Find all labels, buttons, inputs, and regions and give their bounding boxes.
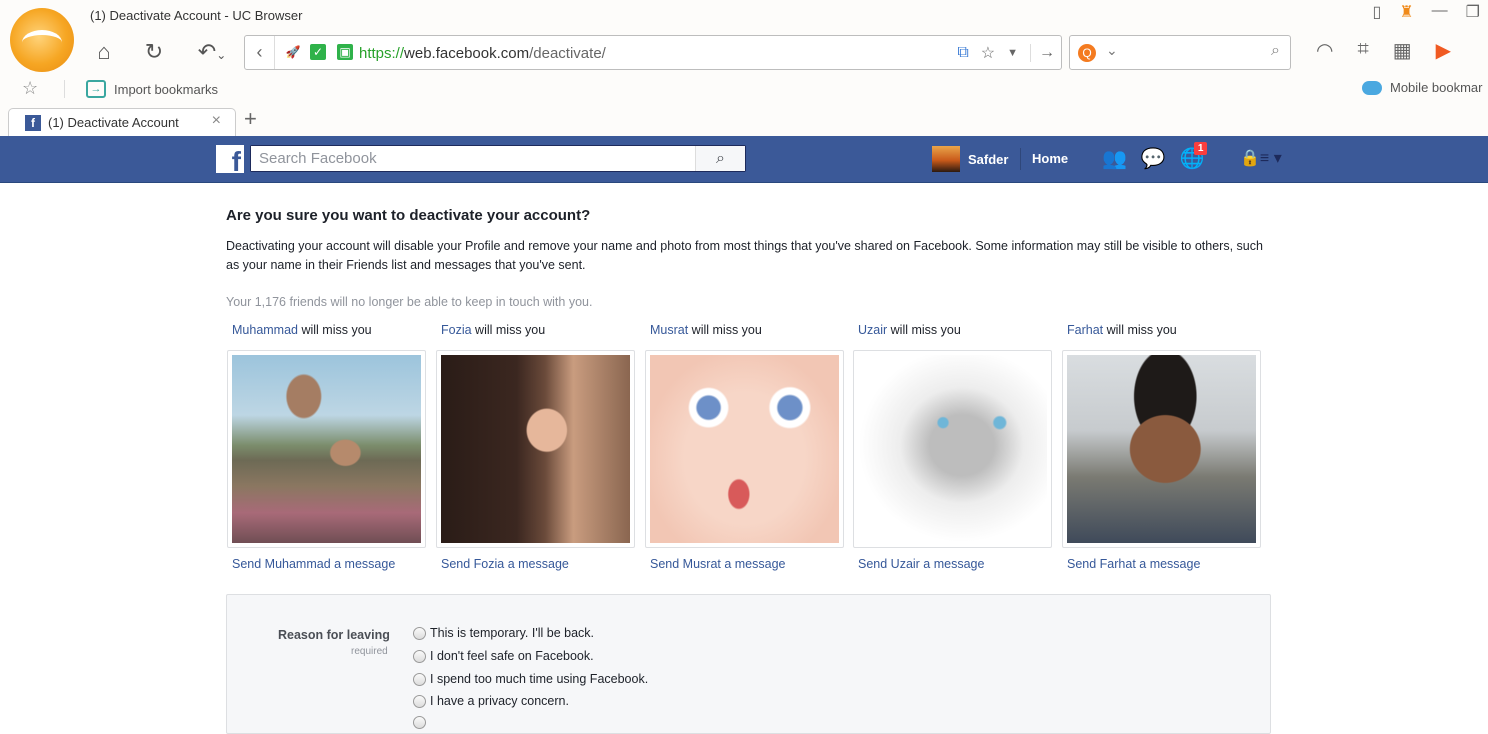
friend-photo[interactable]: [1062, 350, 1261, 548]
send-message-link[interactable]: Send Muhammad a message: [232, 557, 395, 571]
messages-icon[interactable]: 💬: [1141, 146, 1166, 171]
required-note: required: [351, 646, 388, 657]
dropdown-caret-icon[interactable]: ▼: [1007, 47, 1018, 59]
friend-name-link[interactable]: Muhammad: [232, 323, 298, 337]
url-text[interactable]: https://web.facebook.com/deactivate/: [359, 45, 606, 62]
uc-browser-logo[interactable]: [10, 8, 74, 72]
search-button[interactable]: ⌕: [695, 146, 745, 171]
account-menu[interactable]: 🔒≡ ▾: [1240, 148, 1282, 168]
bookmarks-bar: ☆ → Import bookmarks Mobile bookmar: [0, 78, 1488, 102]
bookmark-star-icon[interactable]: ☆: [981, 43, 995, 63]
browser-search[interactable]: Q ⌄ ⌕: [1069, 35, 1291, 70]
minimize-icon[interactable]: —: [1432, 2, 1448, 22]
friend-name-link[interactable]: Uzair: [858, 323, 887, 337]
lock-icon: ▣: [337, 44, 353, 60]
friend-photo[interactable]: [853, 350, 1052, 548]
friend-name-link[interactable]: Farhat: [1067, 323, 1103, 337]
new-tab-icon[interactable]: +: [244, 106, 257, 132]
friend-photo[interactable]: [436, 350, 635, 548]
radio-button[interactable]: [413, 672, 426, 686]
reason-option[interactable]: I have a privacy concern.: [413, 694, 569, 708]
chevron-down-icon[interactable]: ⌄: [1106, 42, 1118, 59]
rocket-icon[interactable]: 🚀: [285, 44, 301, 60]
skin-icon[interactable]: ♜: [1399, 2, 1413, 22]
home-link[interactable]: Home: [1032, 151, 1068, 166]
search-icon[interactable]: ⌕: [1271, 42, 1280, 60]
profile-link[interactable]: Safder: [932, 146, 1008, 172]
undo-icon[interactable]: ↶⌄: [192, 38, 232, 66]
video-icon[interactable]: ▶: [1436, 38, 1451, 63]
reload-icon[interactable]: ↻: [140, 38, 168, 66]
browser-tools: ◠ ⌗ ▦ ▶: [1316, 38, 1451, 63]
check-icon[interactable]: ✓: [310, 44, 326, 60]
search-engine-icon[interactable]: Q: [1078, 44, 1096, 62]
friend-name-link[interactable]: Fozia: [441, 323, 472, 337]
tab-deactivate-account[interactable]: f (1) Deactivate Account ×: [8, 108, 236, 136]
tab-bar: f (1) Deactivate Account × +: [0, 106, 1488, 136]
bookmarks-star-icon[interactable]: ☆: [22, 78, 38, 99]
friend-requests-icon[interactable]: 👥: [1102, 146, 1127, 171]
reason-form: Reason for leaving required This is temp…: [226, 594, 1271, 734]
notification-badge: 1: [1193, 142, 1208, 155]
friend-card: Uzair will miss you Send Uzair a message: [853, 323, 1052, 571]
description: Deactivating your account will disable y…: [226, 239, 1263, 272]
reason-label: Reason for leaving: [278, 628, 390, 642]
notifications-icon[interactable]: 🌐 1: [1180, 142, 1208, 171]
friend-photo[interactable]: [227, 350, 426, 548]
screenshot-icon[interactable]: ⌗: [1357, 38, 1368, 63]
facebook-search[interactable]: ⌕: [250, 145, 746, 172]
import-bookmarks[interactable]: → Import bookmarks: [86, 80, 218, 98]
reason-option[interactable]: [413, 716, 426, 729]
friend-card: Fozia will miss you Send Fozia a message: [436, 323, 635, 571]
mobile-bookmarks[interactable]: Mobile bookmar: [1362, 80, 1483, 95]
facebook-logo[interactable]: f: [216, 145, 244, 173]
reason-option[interactable]: I don't feel safe on Facebook.: [413, 649, 594, 663]
friend-name-link[interactable]: Musrat: [650, 323, 688, 337]
back-icon[interactable]: ‹: [245, 36, 275, 69]
browser-chrome: (1) Deactivate Account - UC Browser ▯ ♜ …: [0, 0, 1488, 136]
facebook-favicon-icon: f: [25, 115, 41, 131]
friend-card: Musrat will miss you Send Musrat a messa…: [645, 323, 844, 571]
page-title: Are you sure you want to deactivate your…: [226, 207, 591, 224]
friend-photo[interactable]: [645, 350, 844, 548]
cloud-icon: [1362, 80, 1382, 95]
facebook-header: f ⌕ Safder Home 👥 💬 🌐1 🔒≡ ▾: [0, 136, 1488, 183]
apps-icon[interactable]: ▦: [1393, 38, 1412, 63]
window-controls: ▯ ♜ — ❐: [1373, 2, 1481, 22]
import-icon: →: [86, 80, 106, 98]
home-icon[interactable]: ⌂: [90, 38, 118, 66]
reader-icon[interactable]: ⧉: [957, 44, 968, 62]
radio-button[interactable]: [413, 716, 426, 729]
window-title: (1) Deactivate Account - UC Browser: [90, 8, 303, 23]
go-arrow-icon[interactable]: →: [1030, 43, 1055, 62]
reason-option[interactable]: I spend too much time using Facebook.: [413, 672, 648, 686]
friend-card: Muhammad will miss you Send Muhammad a m…: [227, 323, 426, 571]
send-message-link[interactable]: Send Uzair a message: [858, 557, 984, 571]
reason-option[interactable]: This is temporary. I'll be back.: [413, 626, 594, 640]
address-bar[interactable]: ‹ 🚀 ✓ ▣ https://web.facebook.com/deactiv…: [244, 35, 1062, 70]
radio-button[interactable]: [413, 694, 426, 708]
search-input[interactable]: [251, 146, 691, 171]
friend-card: Farhat will miss you Send Farhat a messa…: [1062, 323, 1261, 571]
radio-button[interactable]: [413, 649, 426, 663]
radio-button[interactable]: [413, 626, 426, 640]
avatar: [932, 146, 960, 172]
friends-notice: Your 1,176 friends will no longer be abl…: [226, 295, 593, 309]
send-message-link[interactable]: Send Fozia a message: [441, 557, 569, 571]
send-message-link[interactable]: Send Farhat a message: [1067, 557, 1200, 571]
close-tab-icon[interactable]: ×: [212, 112, 221, 130]
vibrate-icon[interactable]: ▯: [1373, 2, 1382, 22]
wifi-icon[interactable]: ◠: [1316, 38, 1333, 63]
send-message-link[interactable]: Send Musrat a message: [650, 557, 786, 571]
maximize-icon[interactable]: ❐: [1466, 2, 1480, 22]
